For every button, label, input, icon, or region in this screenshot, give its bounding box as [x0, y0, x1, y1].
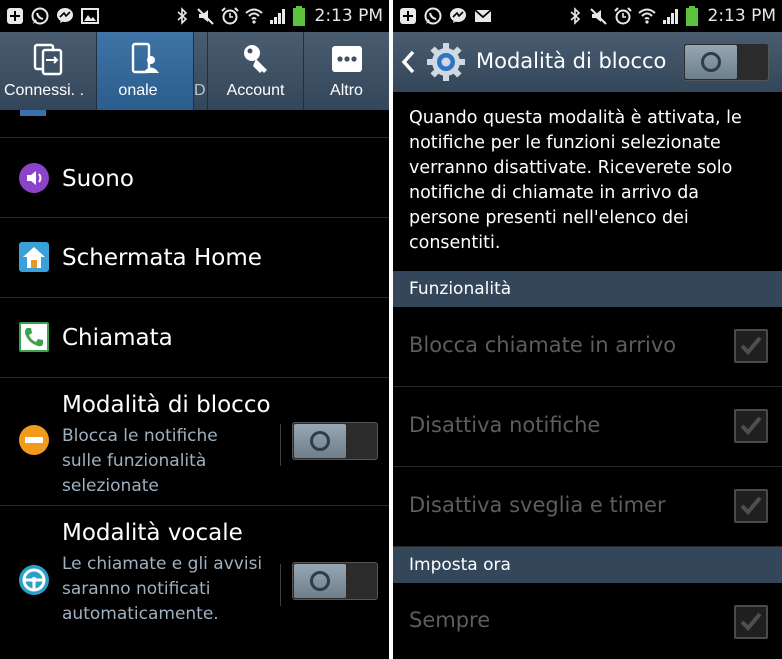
whatsapp-icon [31, 7, 49, 25]
block-mode-icon [19, 425, 49, 455]
status-time: 2:13 PM [707, 6, 777, 26]
settings-item-sound[interactable]: Suono [0, 138, 389, 218]
settings-gear-icon [427, 43, 465, 81]
row-icon-partial [20, 110, 46, 116]
messenger-icon [450, 8, 466, 23]
divider [280, 564, 281, 606]
row-title: Modalità vocale [62, 520, 243, 546]
check-icon [740, 496, 762, 515]
divider [280, 424, 281, 466]
tab-label: Account [226, 82, 285, 99]
status-bar: 2:13 PM [393, 0, 782, 32]
always-checkbox[interactable] [734, 605, 768, 639]
block-mode-description: Quando questa modalità è attivata, le no… [409, 108, 742, 253]
status-time: 2:13 PM [314, 6, 384, 26]
settings-tab-bar: Connessi. . onale D Account Altro [0, 32, 389, 110]
tab-connections[interactable]: Connessi. . [0, 32, 97, 110]
disable-notifications-checkbox[interactable] [734, 409, 768, 443]
page-title: Modalità di blocco [476, 49, 667, 73]
toggle-off-icon [701, 52, 721, 72]
bluetooth-icon [569, 7, 580, 25]
settings-item-block-mode[interactable]: Modalità di blocco Blocca le notifiche s… [0, 378, 389, 506]
toggle-knob [685, 45, 737, 79]
connections-icon [33, 43, 63, 76]
action-bar: Modalità di blocco [393, 32, 782, 92]
wifi-icon [637, 8, 656, 24]
option-label: Disattiva notifiche [409, 413, 601, 437]
home-icon [19, 242, 49, 272]
row-title: Schermata Home [62, 245, 262, 271]
block-mode-toggle[interactable] [292, 422, 378, 460]
option-block-incoming-calls[interactable]: Blocca chiamate in arrivo [393, 307, 782, 387]
back-chevron-icon[interactable] [401, 50, 415, 74]
option-always[interactable]: Sempre [393, 583, 782, 659]
tab-accounts[interactable]: Account [208, 32, 304, 110]
more-icon [331, 46, 362, 72]
voice-mode-toggle[interactable] [292, 562, 378, 600]
mute-icon [196, 8, 214, 25]
add-icon [400, 8, 416, 24]
row-title: Modalità di blocco [62, 392, 271, 418]
whatsapp-icon [424, 7, 442, 25]
block-mode-master-toggle[interactable] [683, 43, 769, 81]
tab-device[interactable]: D [194, 32, 208, 110]
toggle-knob [294, 424, 346, 458]
signal-icon [269, 9, 285, 24]
image-icon [81, 8, 99, 24]
phone-icon [19, 322, 49, 352]
block-calls-checkbox[interactable] [734, 329, 768, 363]
row-title: Suono [62, 166, 134, 192]
tab-label: Connessi. . [3, 82, 85, 99]
battery-icon [292, 6, 305, 26]
tab-label: Altro [330, 82, 363, 99]
sound-icon [19, 163, 49, 193]
disable-alarm-checkbox[interactable] [734, 489, 768, 523]
section-header-schedule: Imposta ora [393, 547, 782, 583]
section-header-features: Funzionalità [393, 271, 782, 307]
alarm-icon [220, 7, 239, 25]
check-icon [740, 612, 762, 631]
option-disable-alarm-timer[interactable]: Disattiva sveglia e timer [393, 467, 782, 547]
settings-item-voice-mode[interactable]: Modalità vocale Le chiamate e gli avvisi… [0, 506, 389, 659]
row-summary: Blocca le notifiche sulle funzionalità s… [62, 426, 218, 496]
bluetooth-icon [176, 7, 187, 25]
gmail-icon [474, 9, 492, 22]
battery-icon [685, 6, 698, 26]
steering-wheel-icon [19, 565, 49, 595]
row-title: Chiamata [62, 325, 173, 351]
add-icon [7, 8, 23, 24]
tab-label: D [194, 82, 206, 99]
status-bar: 2:13 PM [0, 0, 389, 32]
check-icon [740, 336, 762, 355]
toggle-off-icon [310, 431, 330, 451]
alarm-icon [613, 7, 632, 25]
toggle-off-icon [310, 571, 330, 591]
personal-icon [131, 42, 159, 74]
settings-item-call[interactable]: Chiamata [0, 298, 389, 378]
tab-label: onale [118, 82, 158, 99]
settings-item-home-screen[interactable]: Schermata Home [0, 218, 389, 298]
messenger-icon [57, 8, 73, 23]
option-label: Disattiva sveglia e timer [409, 493, 666, 517]
key-icon [243, 45, 267, 73]
mute-icon [589, 8, 607, 25]
option-disable-notifications[interactable]: Disattiva notifiche [393, 387, 782, 467]
tab-more[interactable]: Altro [304, 32, 389, 110]
toggle-knob [294, 564, 346, 598]
tab-personal[interactable]: onale [97, 32, 194, 110]
block-mode-screen: 2:13 PM Modalità di blocco Quando questa… [393, 0, 782, 659]
check-icon [740, 416, 762, 435]
list-item[interactable] [0, 110, 389, 138]
row-summary: Le chiamate e gli avvisi saranno notific… [62, 554, 263, 624]
option-label: Blocca chiamate in arrivo [409, 333, 677, 357]
option-label: Sempre [409, 608, 491, 632]
wifi-icon [244, 8, 263, 24]
settings-screen: 2:13 PM Connessi. . onale D Account Altr… [0, 0, 389, 659]
signal-icon [662, 9, 678, 24]
